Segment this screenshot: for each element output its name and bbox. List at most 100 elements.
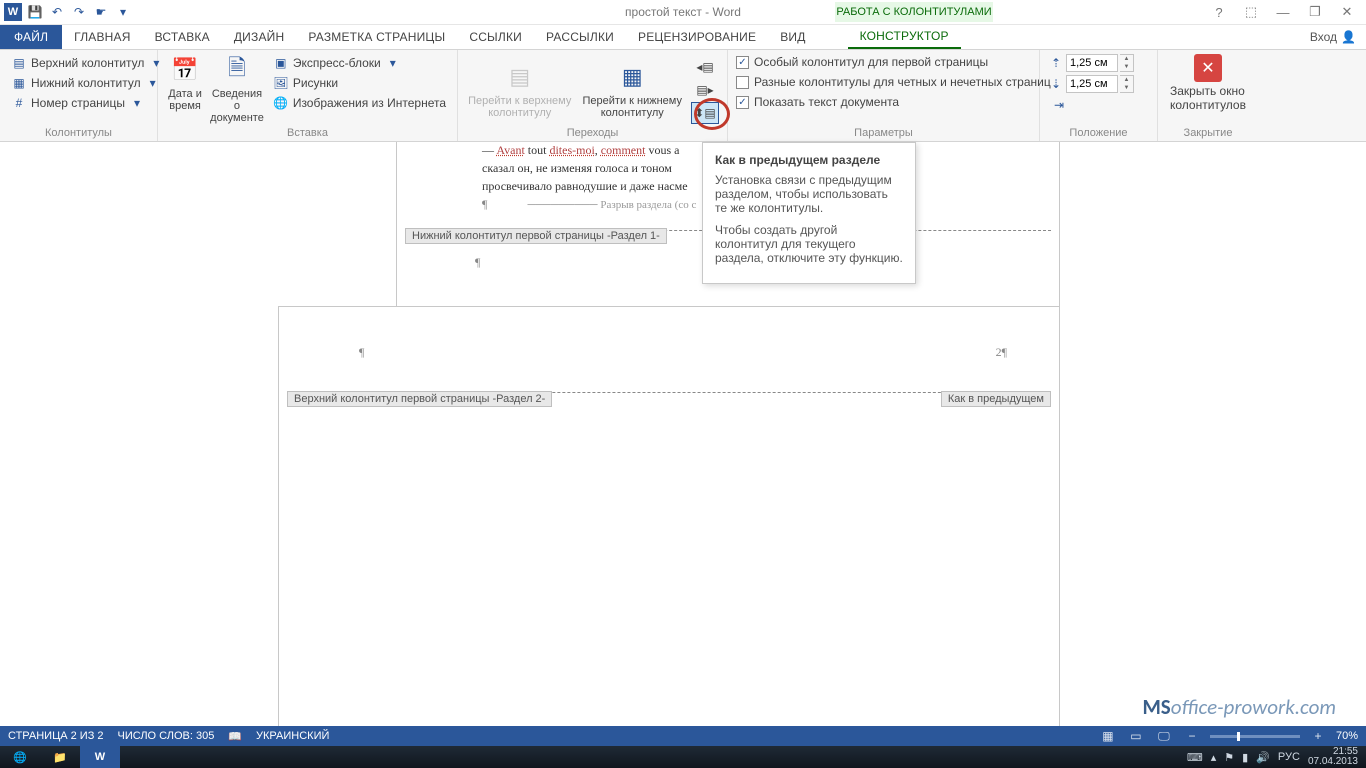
tab-insert[interactable]: ВСТАВКА [143,25,222,49]
user-icon: 👤 [1341,30,1356,44]
document-icon: 🗎 [221,54,253,86]
status-page[interactable]: СТРАНИЦА 2 ИЗ 2 [8,730,104,742]
page-2: ¶ 2¶ Верхний колонтитул первой страницы … [278,306,1060,726]
group-close: ✕ Закрыть окноколонтитулов Закрытие [1158,50,1258,141]
print-layout-view-icon[interactable]: ▦ [1098,728,1118,744]
tooltip-title: Как в предыдущем разделе [715,153,903,167]
document-info-button[interactable]: 🗎Сведения о документе [210,54,264,124]
taskbar-explorer-icon[interactable]: 📁 [40,746,80,768]
quick-access-toolbar: W 💾 ↶ ↷ ☛ ▾ [0,3,136,21]
minimize-icon[interactable]: — [1270,2,1296,22]
flag-icon[interactable]: ⚑ [1224,751,1234,764]
tab-icon: ⇥ [1051,97,1067,113]
group-label: Колонтитулы [8,125,149,139]
group-navigation: ▤Перейти к верхнемуколонтитулу ▦Перейти … [458,50,728,141]
header-icon: ▤ [11,55,27,71]
touch-mode-icon[interactable]: ☛ [92,3,110,21]
ribbon-tabs: ФАЙЛ ГЛАВНАЯ ВСТАВКА ДИЗАЙН РАЗМЕТКА СТР… [0,25,1366,50]
tray-up-icon[interactable]: ▴ [1211,751,1217,764]
globe-icon: 🌐 [273,95,289,111]
different-odd-even-checkbox[interactable]: Разные колонтитулы для четных и нечетных… [736,74,1051,90]
document-canvas[interactable]: — Avant tout dites-moi, comment vous a с… [0,142,1366,726]
paragraph-mark: ¶ [359,343,364,361]
tooltip-text: Установка связи с предыдущим разделом, ч… [715,173,903,215]
proofing-icon[interactable]: 📖 [228,730,242,743]
word-app-icon[interactable]: W [4,3,22,21]
read-mode-view-icon[interactable]: ▭ [1126,728,1146,744]
show-document-text-checkbox[interactable]: ✓Показать текст документа [736,94,1051,110]
pictures-button[interactable]: 🖼Рисунки [270,74,449,92]
ribbon: ▤Верхний колонтитул▾ ▦Нижний колонтитул▾… [0,50,1366,142]
zoom-out-button[interactable]: − [1182,728,1202,744]
previous-section-button[interactable]: ◂▤ [691,56,719,78]
tab-header-footer-design[interactable]: КОНСТРУКТОР [848,25,961,49]
date-time-button[interactable]: 📅Дата и время [166,54,204,112]
next-section-button[interactable]: ▤▸ [691,79,719,101]
quick-parts-button[interactable]: ▣Экспресс-блоки▾ [270,54,449,72]
picture-icon: 🖼 [273,75,289,91]
zoom-in-button[interactable]: + [1308,728,1328,744]
windows-taskbar: 🌐 📁 W ⌨ ▴ ⚑ ▮ 🔊 РУС 21:5507.04.2013 [0,746,1366,768]
tab-view[interactable]: ВИД [768,25,817,49]
page-number-button[interactable]: #Номер страницы▾ [8,94,167,112]
footer-section-tag: Нижний колонтитул первой страницы -Разде… [405,228,667,244]
close-icon[interactable]: ✕ [1334,2,1360,22]
taskbar-word-icon[interactable]: W [80,746,120,768]
contextual-tab-title: РАБОТА С КОЛОНТИТУЛАМИ [835,2,993,22]
qat-dropdown-icon[interactable]: ▾ [114,3,132,21]
window-title: простой текст - Word [0,5,1366,19]
taskbar-clock[interactable]: 21:5507.04.2013 [1308,747,1358,767]
status-word-count[interactable]: ЧИСЛО СЛОВ: 305 [118,730,215,742]
system-tray: ⌨ ▴ ⚑ ▮ 🔊 РУС 21:5507.04.2013 [1187,747,1366,767]
next-icon: ▤▸ [696,83,713,97]
tab-mailings[interactable]: РАССЫЛКИ [534,25,626,49]
tab-page-layout[interactable]: РАЗМЕТКА СТРАНИЦЫ [296,25,457,49]
tab-file[interactable]: ФАЙЛ [0,25,62,49]
web-layout-view-icon[interactable]: 🖵 [1154,728,1174,744]
tab-design[interactable]: ДИЗАЙН [222,25,297,49]
previous-icon: ◂▤ [696,60,713,74]
page-number-field: 2¶ [996,343,1007,361]
touch-keyboard-icon[interactable]: ⌨ [1187,751,1203,764]
tooltip-text: Чтобы создать другой колонтитул для теку… [715,223,903,265]
link-to-previous-button[interactable]: ⬍▤ [691,102,719,124]
insert-alignment-tab-button[interactable]: ⇥ [1048,96,1134,114]
group-header-footer: ▤Верхний колонтитул▾ ▦Нижний колонтитул▾… [0,50,158,141]
status-language[interactable]: УКРАИНСКИЙ [256,730,329,742]
taskbar-ie-icon[interactable]: 🌐 [0,746,40,768]
redo-icon[interactable]: ↷ [70,3,88,21]
input-language[interactable]: РУС [1278,751,1300,763]
footer-button[interactable]: ▦Нижний колонтитул▾ [8,74,167,92]
header-position-icon: ⇡ [1048,55,1064,71]
header-from-top-input[interactable]: ⇡▲▼ [1048,54,1134,72]
help-icon[interactable]: ? [1206,2,1232,22]
close-header-footer-button[interactable]: ✕ Закрыть окноколонтитулов [1166,54,1250,112]
goto-footer-button[interactable]: ▦Перейти к нижнемуколонтитулу [579,61,685,119]
tab-home[interactable]: ГЛАВНАЯ [62,25,142,49]
tab-review[interactable]: РЕЦЕНЗИРОВАНИЕ [626,25,768,49]
group-label: Положение [1048,125,1149,139]
maximize-icon[interactable]: ❐ [1302,2,1328,22]
same-as-previous-tag: Как в предыдущем [941,391,1051,407]
goto-header-icon: ▤ [504,61,536,93]
network-icon[interactable]: ▮ [1242,751,1248,764]
group-label: Вставка [166,125,449,139]
group-position: ⇡▲▼ ⇣▲▼ ⇥ Положение [1040,50,1158,141]
header-button[interactable]: ▤Верхний колонтитул▾ [8,54,167,72]
calendar-icon: 📅 [169,54,201,86]
online-pictures-button[interactable]: 🌐Изображения из Интернета [270,94,449,112]
zoom-level[interactable]: 70% [1336,730,1358,742]
group-label: Переходы [466,125,719,139]
volume-icon[interactable]: 🔊 [1256,751,1270,764]
undo-icon[interactable]: ↶ [48,3,66,21]
different-first-page-checkbox[interactable]: ✓Особый колонтитул для первой страницы [736,54,1051,70]
tab-references[interactable]: ССЫЛКИ [457,25,534,49]
watermark: MSoffice-prowork.com [1142,694,1336,720]
title-bar: W 💾 ↶ ↷ ☛ ▾ простой текст - Word РАБОТА … [0,0,1366,25]
zoom-slider[interactable] [1210,735,1300,738]
ribbon-display-icon[interactable]: ⬚ [1238,2,1264,22]
sign-in[interactable]: Вход👤 [1300,25,1366,49]
save-icon[interactable]: 💾 [26,3,44,21]
page-number-icon: # [11,95,27,111]
footer-from-bottom-input[interactable]: ⇣▲▼ [1048,75,1134,93]
